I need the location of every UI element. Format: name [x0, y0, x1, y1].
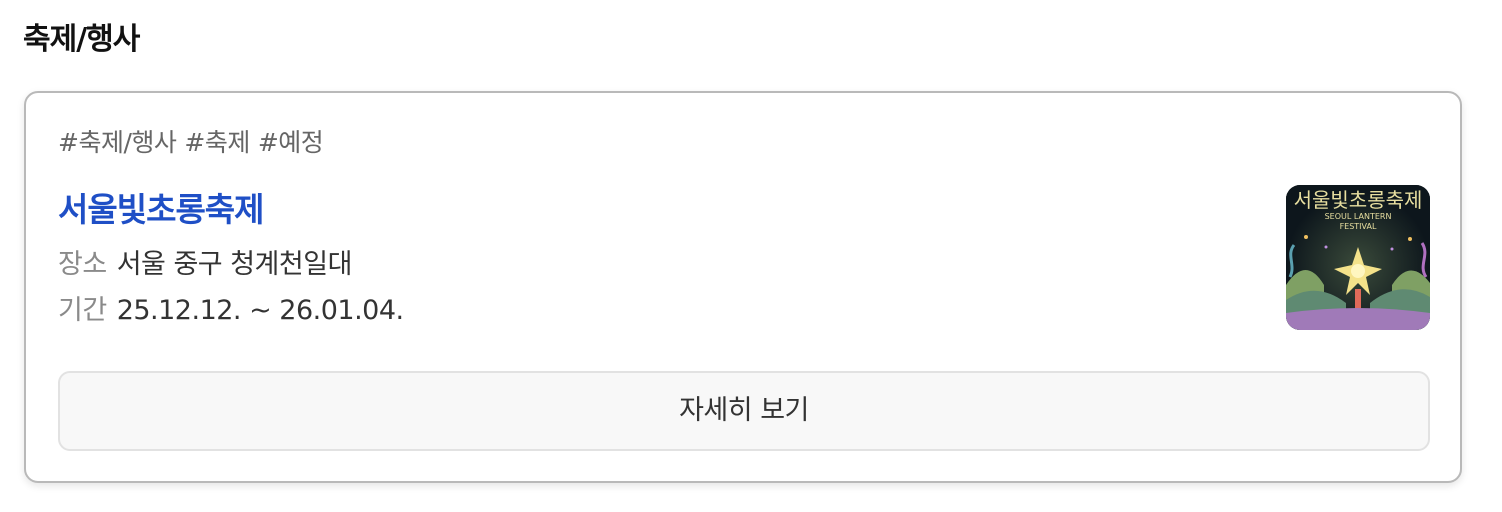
- period-label: 기간: [58, 295, 107, 326]
- poster-image: 서울빛초롱축제 SEOUL LANTERN FESTIVAL: [1286, 185, 1430, 330]
- section-title: 축제/행사: [23, 22, 140, 57]
- poster-title: 서울빛초롱축제: [1294, 188, 1423, 212]
- tag-list: #축제/행사 #축제 #예정: [58, 125, 331, 161]
- place-label: 장소: [58, 249, 107, 280]
- poster-subtitle-1: SEOUL LANTERN: [1325, 212, 1392, 221]
- tag[interactable]: #예정: [258, 128, 324, 157]
- place-row: 장소 서울 중구 청계천일대: [58, 245, 352, 285]
- period-row: 기간 25.12.12. ~ 26.01.04.: [58, 291, 404, 331]
- tag[interactable]: #축제/행사: [58, 128, 177, 157]
- place-value: 서울 중구 청계천일대: [116, 249, 353, 280]
- event-poster-thumbnail[interactable]: 서울빛초롱축제 SEOUL LANTERN FESTIVAL: [1286, 185, 1430, 330]
- event-card[interactable]: #축제/행사 #축제 #예정 서울빛초롱축제 장소 서울 중구 청계천일대 기간 25.…: [24, 91, 1462, 483]
- period-value: 25.12.12. ~ 26.01.04.: [116, 295, 404, 326]
- tag[interactable]: #축제: [184, 128, 250, 157]
- event-title[interactable]: 서울빛초롱축제: [58, 187, 265, 233]
- view-details-button[interactable]: 자세히 보기: [58, 371, 1430, 451]
- poster-subtitle-2: FESTIVAL: [1340, 222, 1377, 231]
